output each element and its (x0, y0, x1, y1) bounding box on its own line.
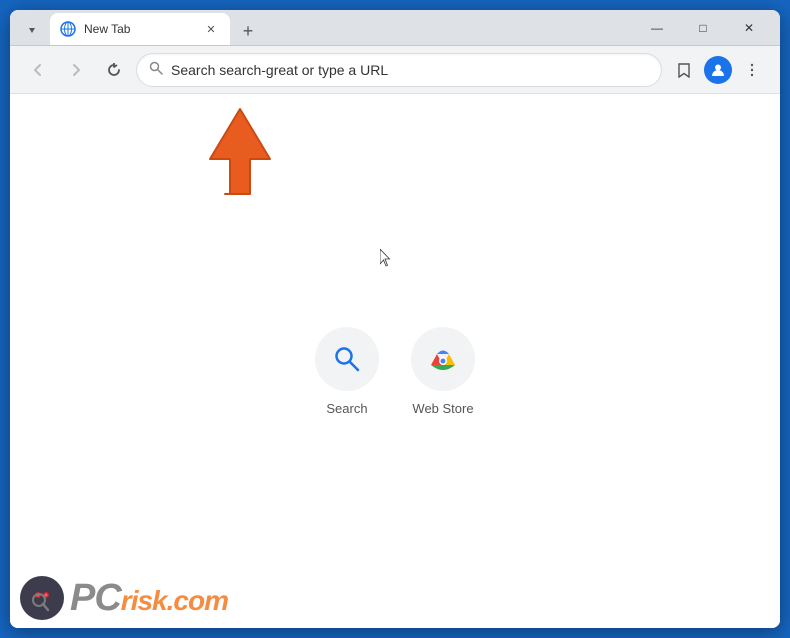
maximize-button[interactable]: □ (680, 12, 726, 44)
new-tab-button[interactable]: + (234, 17, 262, 45)
pcrisk-logo-icon (20, 576, 64, 620)
title-bar: New Tab ✕ + — □ ✕ (10, 10, 780, 46)
mouse-cursor (380, 249, 392, 267)
shortcut-webstore-icon-circle (411, 327, 475, 391)
browser-window: New Tab ✕ + — □ ✕ (10, 10, 780, 628)
bookmark-button[interactable] (668, 54, 700, 86)
profile-button[interactable] (702, 54, 734, 86)
tab-favicon-icon (60, 21, 76, 37)
tab-list-button[interactable] (18, 17, 46, 45)
tab-title: New Tab (84, 22, 194, 36)
shortcut-webstore[interactable]: Web Store (411, 327, 475, 416)
refresh-button[interactable] (98, 54, 130, 86)
back-button[interactable] (22, 54, 54, 86)
shortcut-webstore-label: Web Store (412, 401, 473, 416)
tab-close-button[interactable]: ✕ (202, 20, 220, 38)
main-content: Search (10, 94, 780, 628)
pcrisk-pc-text: PC (70, 577, 121, 620)
profile-avatar (704, 56, 732, 84)
forward-button[interactable] (60, 54, 92, 86)
shortcut-search[interactable]: Search (315, 327, 379, 416)
tab-bar: New Tab ✕ + (18, 10, 634, 45)
close-button[interactable]: ✕ (726, 12, 772, 44)
webstore-shortcut-icon (427, 343, 459, 375)
minimize-button[interactable]: — (634, 12, 680, 44)
url-input[interactable] (171, 62, 649, 78)
navigation-bar (10, 46, 780, 94)
window-controls: — □ ✕ (634, 12, 772, 44)
pcrisk-brand-text: PC risk.com (70, 577, 228, 620)
pcrisk-watermark: PC risk.com (10, 568, 238, 628)
nav-right-icons (668, 54, 768, 86)
active-tab[interactable]: New Tab ✕ (50, 13, 230, 45)
shortcut-search-icon-circle (315, 327, 379, 391)
address-bar[interactable] (136, 53, 662, 87)
address-bar-search-icon (149, 61, 163, 78)
shortcut-search-label: Search (326, 401, 367, 416)
annotation-arrow (195, 104, 285, 209)
search-shortcut-icon (333, 345, 361, 373)
menu-button[interactable] (736, 54, 768, 86)
pcrisk-risk-text: risk.com (121, 585, 228, 617)
shortcuts-area: Search (315, 327, 475, 416)
